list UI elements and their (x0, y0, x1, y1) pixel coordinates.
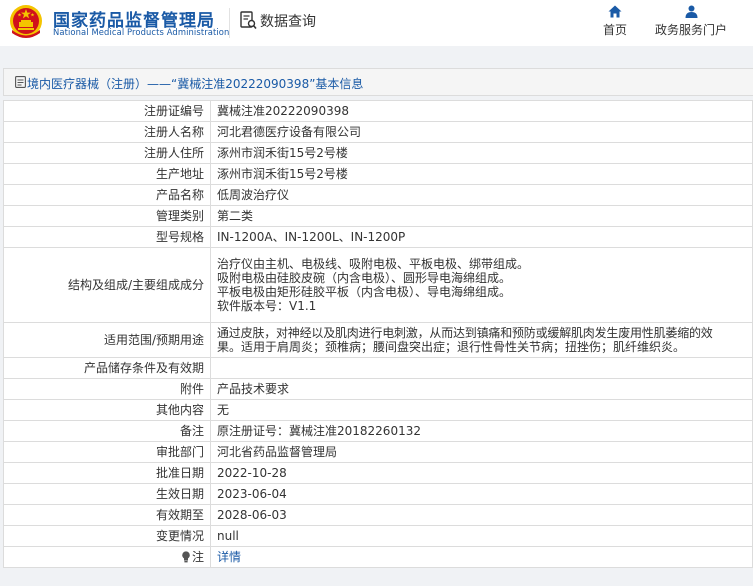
national-emblem-icon[interactable] (9, 3, 43, 39)
data-query-title: 数据查询 (260, 14, 316, 30)
field-value: 涿州市润禾街15号2号楼 (210, 163, 753, 185)
field-value: 河北省药品监督管理局 (210, 441, 753, 463)
field-label: 备注 (3, 420, 211, 442)
table-row: 注 详情 (3, 546, 753, 568)
record-detail-table: 注册证编号 冀械注准20222090398 注册人名称 河北君德医疗设备有限公司… (3, 100, 753, 568)
field-label: 注册人住所 (3, 142, 211, 164)
document-search-icon (240, 11, 257, 30)
field-value: 河北君德医疗设备有限公司 (210, 121, 753, 143)
value-line: 通过皮肤，对神经以及肌肉进行电刺激，从而达到镇痛和预防或缓解肌肉发生废用性肌萎缩… (217, 326, 713, 340)
field-value: null (210, 525, 753, 547)
value-line: 平板电极由矩形硅胶平板（内含电极）、导电海绵组成。 (217, 285, 512, 299)
table-row: 有效期至 2028-06-03 (3, 504, 753, 526)
field-label: 结构及组成/主要组成成分 (3, 247, 211, 323)
field-value: 无 (210, 399, 753, 421)
table-row: 型号规格 IN-1200A、IN-1200L、IN-1200P (3, 226, 753, 248)
table-row: 产品储存条件及有效期 (3, 357, 753, 379)
header-divider (229, 8, 230, 38)
nav-home-label: 首页 (602, 23, 627, 37)
document-icon (15, 76, 26, 88)
field-value: 涿州市润禾街15号2号楼 (210, 142, 753, 164)
table-row: 附件 产品技术要求 (3, 378, 753, 400)
value-line: 吸附电极由硅胶皮碗（内含电极）、圆形导电海绵组成。 (217, 271, 512, 285)
details-link[interactable]: 详情 (217, 550, 241, 564)
note-label: 注 (3, 546, 211, 568)
table-row: 变更情况 null (3, 525, 753, 547)
field-label: 其他内容 (3, 399, 211, 421)
nav-gov-service-label: 政务服务门户 (654, 23, 727, 37)
field-value: 低周波治疗仪 (210, 184, 753, 206)
value-line: 果。适用于肩周炎；颈椎病；腰间盘突出症；退行性骨性关节病；扭挫伤；肌纤维织炎。 (217, 340, 686, 354)
field-value: 通过皮肤，对神经以及肌肉进行电刺激，从而达到镇痛和预防或缓解肌肉发生废用性肌萎缩… (210, 322, 753, 358)
table-row: 适用范围/预期用途 通过皮肤，对神经以及肌肉进行电刺激，从而达到镇痛和预防或缓解… (3, 322, 753, 358)
nav-home-link[interactable]: 首页 (600, 5, 630, 38)
field-value: 冀械注准20222090398 (210, 100, 753, 122)
field-value: 第二类 (210, 205, 753, 227)
field-label: 批准日期 (3, 462, 211, 484)
table-row: 生效日期 2023-06-04 (3, 483, 753, 505)
nav-gov-service-link[interactable]: 政务服务门户 (652, 5, 730, 38)
field-label: 生产地址 (3, 163, 211, 185)
table-row: 备注 原注册证号：冀械注准20182260132 (3, 420, 753, 442)
table-row: 其他内容 无 (3, 399, 753, 421)
field-value (210, 357, 753, 379)
lightbulb-icon (182, 551, 190, 563)
table-row: 注册人住所 涿州市润禾街15号2号楼 (3, 142, 753, 164)
note-label-text: 注 (191, 550, 204, 564)
table-row: 生产地址 涿州市润禾街15号2号楼 (3, 163, 753, 185)
field-label: 注册证编号 (3, 100, 211, 122)
field-value: 治疗仪由主机、电极线、吸附电极、平板电极、绑带组成。 吸附电极由硅胶皮碗（内含电… (210, 247, 753, 323)
value-line: 治疗仪由主机、电极线、吸附电极、平板电极、绑带组成。 (217, 257, 530, 271)
field-label: 适用范围/预期用途 (3, 322, 211, 358)
record-title: 境内医疗器械（注册）——“冀械注准20222090398”基本信息 (27, 77, 364, 91)
field-label: 产品储存条件及有效期 (3, 357, 211, 379)
site-logo-subtitle[interactable]: National Medical Products Administration (53, 27, 229, 37)
site-header: 国家药品监督管理局 National Medical Products Admi… (0, 0, 753, 46)
table-row: 结构及组成/主要组成成分 治疗仪由主机、电极线、吸附电极、平板电极、绑带组成。 … (3, 247, 753, 323)
table-row: 注册人名称 河北君德医疗设备有限公司 (3, 121, 753, 143)
table-row: 管理类别 第二类 (3, 205, 753, 227)
value-line: 软件版本号：V1.1 (217, 299, 317, 313)
field-label: 有效期至 (3, 504, 211, 526)
field-label: 变更情况 (3, 525, 211, 547)
field-label: 管理类别 (3, 205, 211, 227)
field-label: 型号规格 (3, 226, 211, 248)
field-label: 审批部门 (3, 441, 211, 463)
table-row: 审批部门 河北省药品监督管理局 (3, 441, 753, 463)
field-value: 2022-10-28 (210, 462, 753, 484)
record-title-bar: 境内医疗器械（注册）——“冀械注准20222090398”基本信息 (3, 68, 753, 96)
table-row: 注册证编号 冀械注准20222090398 (3, 100, 753, 122)
field-value: 详情 (210, 546, 753, 568)
home-icon (608, 5, 622, 18)
field-value: 2023-06-04 (210, 483, 753, 505)
field-label: 生效日期 (3, 483, 211, 505)
field-value: 产品技术要求 (210, 378, 753, 400)
field-label: 注册人名称 (3, 121, 211, 143)
field-label: 产品名称 (3, 184, 211, 206)
table-row: 产品名称 低周波治疗仪 (3, 184, 753, 206)
field-value: IN-1200A、IN-1200L、IN-1200P (210, 226, 753, 248)
table-row: 批准日期 2022-10-28 (3, 462, 753, 484)
user-icon (685, 5, 697, 18)
field-label: 附件 (3, 378, 211, 400)
field-value: 2028-06-03 (210, 504, 753, 526)
field-value: 原注册证号：冀械注准20182260132 (210, 420, 753, 442)
